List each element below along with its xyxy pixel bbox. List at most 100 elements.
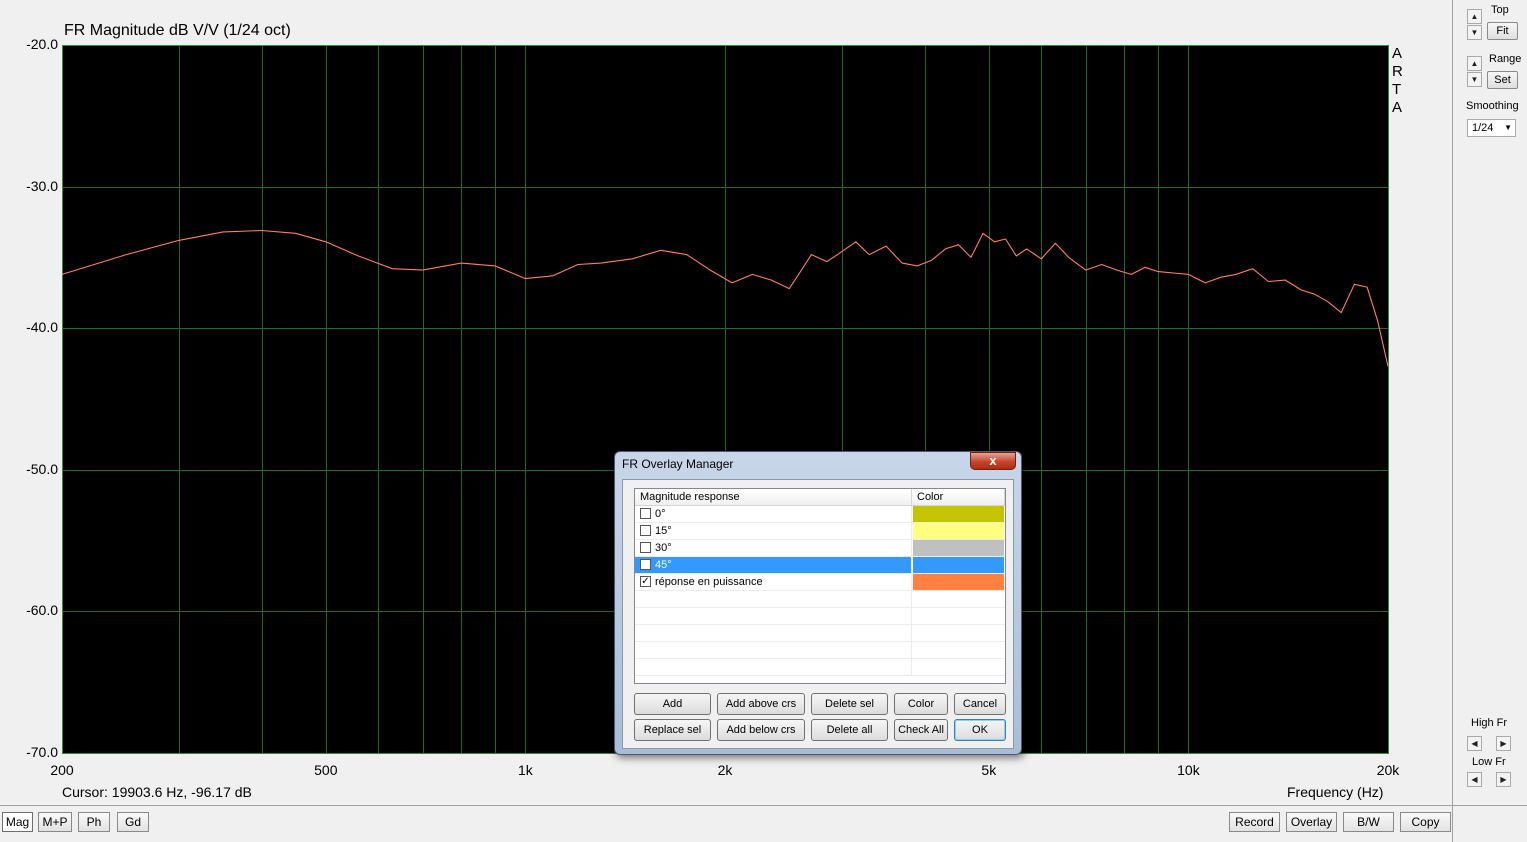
x-tick-label: 10k — [1177, 762, 1200, 778]
y-tick-label: -30.0 — [26, 177, 58, 194]
empty-list-row — [635, 642, 1005, 659]
empty-list-row — [635, 659, 1005, 676]
smoothing-value: 1/24 — [1472, 122, 1494, 134]
x-tick-label: 20k — [1376, 762, 1400, 778]
x-axis-title: Frequency (Hz) — [1287, 784, 1384, 800]
overlay-manager-dialog: FR Overlay Manager x Magnitude response … — [614, 451, 1022, 755]
group-delay-button[interactable]: Gd — [117, 812, 149, 832]
list-item-label: 0° — [655, 508, 666, 520]
dialog-title: FR Overlay Manager — [622, 457, 734, 471]
list-item-name-cell — [635, 642, 912, 658]
dialog-client-area: Magnitude response Color 0° 15° 30° 45° ✓ rép… — [622, 479, 1014, 749]
y-tick-label: -40.0 — [26, 319, 58, 336]
color-swatch[interactable] — [913, 574, 1004, 590]
bw-button[interactable]: B/W — [1343, 812, 1394, 832]
range-down-arrow-icon[interactable]: ▼ — [1467, 72, 1482, 87]
fit-button[interactable]: Fit — [1487, 22, 1518, 40]
chevron-down-icon: ▼ — [1504, 123, 1512, 132]
list-item[interactable]: 30° — [635, 540, 1005, 557]
overlay-checkbox[interactable] — [640, 525, 651, 536]
high-fr-right-arrow-icon[interactable]: ▶ — [1496, 736, 1511, 751]
mag-button[interactable]: Mag — [2, 812, 33, 832]
x-tick-label: 5k — [981, 762, 997, 778]
smoothing-select[interactable]: 1/24 ▼ — [1467, 119, 1516, 137]
color-swatch[interactable] — [913, 523, 1004, 539]
low-fr-left-arrow-icon[interactable]: ◀ — [1467, 772, 1482, 787]
y-tick-label: -70.0 — [26, 744, 58, 760]
list-item[interactable]: 0° — [635, 506, 1005, 523]
add-below-crs-button[interactable]: Add below crs — [717, 719, 805, 741]
list-item-name-cell: 45° — [635, 557, 912, 573]
x-tick-label: 200 — [50, 762, 74, 778]
top-down-arrow-icon[interactable]: ▼ — [1467, 25, 1482, 40]
list-item-name-cell: ✓ réponse en puissance — [635, 574, 912, 590]
list-item-name-cell — [635, 591, 912, 607]
overlay-checkbox[interactable] — [640, 559, 651, 570]
range-up-arrow-icon[interactable]: ▲ — [1467, 56, 1482, 71]
overlay-checkbox[interactable] — [640, 542, 651, 553]
x-tick-label: 500 — [314, 762, 338, 778]
list-item-name-cell: 15° — [635, 523, 912, 539]
delete-sel-button[interactable]: Delete sel — [811, 693, 888, 715]
add-above-crs-button[interactable]: Add above crs — [717, 693, 805, 715]
list-item-label: 45° — [655, 559, 672, 571]
record-button[interactable]: Record — [1229, 812, 1280, 832]
add-button[interactable]: Add — [634, 693, 711, 715]
list-item-label: réponse en puissance — [655, 576, 763, 588]
list-item-name-cell: 0° — [635, 506, 912, 522]
list-item-name-cell — [635, 608, 912, 624]
overlay-checkbox[interactable] — [640, 508, 651, 519]
replace-sel-button[interactable]: Replace sel — [634, 719, 711, 741]
empty-list-row — [635, 625, 1005, 642]
close-icon[interactable]: x — [970, 452, 1016, 470]
range-label: Range — [1489, 53, 1522, 65]
phase-button[interactable]: Ph — [78, 812, 110, 832]
overlay-button[interactable]: Overlay — [1286, 812, 1337, 832]
color-button[interactable]: Color — [894, 693, 948, 715]
x-tick-label: 2k — [717, 762, 733, 778]
smoothing-label: Smoothing — [1466, 100, 1519, 112]
arta-letter: A — [1392, 45, 1403, 62]
ok-button[interactable]: OK — [954, 719, 1006, 741]
low-fr-label: Low Fr — [1472, 756, 1506, 768]
column-header-color[interactable]: Color — [912, 489, 1005, 506]
list-item-label: 30° — [655, 542, 672, 554]
toolbar-separator — [1452, 805, 1453, 842]
list-item-name-cell: 30° — [635, 540, 912, 556]
y-tick-label: -20.0 — [26, 36, 58, 52]
list-item-name-cell — [635, 625, 912, 641]
cursor-readout: Cursor: 19903.6 Hz, -96.17 dB — [62, 784, 252, 800]
color-swatch[interactable] — [913, 540, 1004, 556]
arta-letter: T — [1392, 81, 1402, 98]
panel-divider — [1452, 0, 1453, 805]
list-item-name-cell — [635, 659, 912, 675]
color-swatch[interactable] — [913, 506, 1004, 522]
mag-phase-button[interactable]: M+P — [38, 812, 72, 832]
overlay-checkbox[interactable]: ✓ — [640, 576, 651, 587]
cancel-button[interactable]: Cancel — [954, 693, 1006, 715]
empty-list-row — [635, 591, 1005, 608]
overlay-list[interactable]: Magnitude response Color 0° 15° 30° 45° ✓ rép… — [634, 488, 1006, 684]
plot-title: FR Magnitude dB V/V (1/24 oct) — [64, 22, 291, 39]
top-label: Top — [1491, 4, 1509, 16]
check-all-button[interactable]: Check All — [894, 719, 948, 741]
top-up-arrow-icon[interactable]: ▲ — [1467, 9, 1482, 24]
y-tick-label: -50.0 — [26, 460, 58, 477]
color-swatch[interactable] — [913, 557, 1004, 573]
list-item-label: 15° — [655, 525, 672, 537]
arta-letter: A — [1392, 99, 1403, 116]
low-fr-right-arrow-icon[interactable]: ▶ — [1496, 772, 1511, 787]
x-tick-label: 1k — [518, 762, 533, 778]
column-header-magnitude[interactable]: Magnitude response — [635, 489, 912, 506]
set-button[interactable]: Set — [1487, 71, 1518, 89]
list-item[interactable]: 15° — [635, 523, 1005, 540]
arta-letter: R — [1392, 63, 1403, 80]
copy-button[interactable]: Copy — [1400, 812, 1451, 832]
list-item[interactable]: ✓ réponse en puissance — [635, 574, 1005, 591]
toolbar-divider — [0, 805, 1527, 806]
high-fr-left-arrow-icon[interactable]: ◀ — [1467, 736, 1482, 751]
high-fr-label: High Fr — [1471, 717, 1508, 729]
empty-list-row — [635, 608, 1005, 625]
list-item[interactable]: 45° — [635, 557, 1005, 574]
delete-all-button[interactable]: Delete all — [811, 719, 888, 741]
